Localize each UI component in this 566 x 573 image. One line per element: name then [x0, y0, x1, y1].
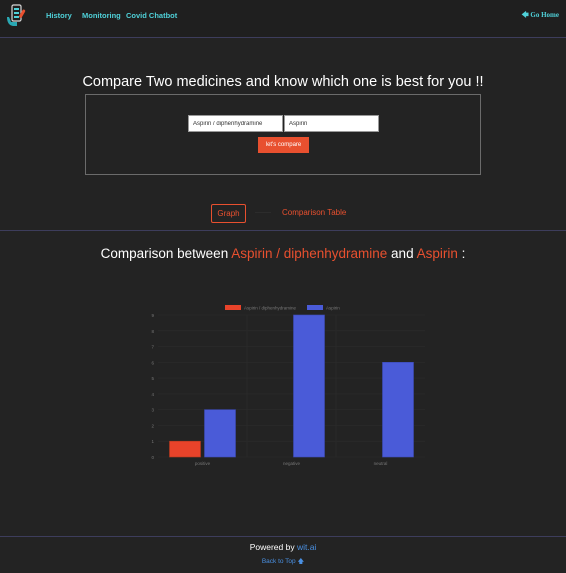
comparison-prefix: Comparison between [100, 246, 232, 261]
powered-by: Powered by wit.ai [0, 542, 566, 552]
legend-label: Aspirin [326, 306, 340, 311]
bar-series1 [169, 440, 201, 458]
y-tick-label: 1 [151, 439, 154, 444]
y-tick-label: 4 [151, 392, 154, 397]
nav-history[interactable]: History [46, 11, 72, 20]
x-tick-label: negative [283, 461, 301, 466]
navbar: History Monitoring Covid Chatbot 🡄 Go Ho… [0, 0, 566, 38]
comparison-title: Comparison between Aspirin / diphenhydra… [0, 246, 566, 262]
witai-link[interactable]: wit.ai [297, 542, 316, 552]
medicine-1-input[interactable] [188, 115, 283, 132]
legend-label: Aspirin / diphenhydramine [244, 306, 297, 311]
comparison-and: and [387, 246, 417, 261]
section-divider [0, 230, 566, 231]
comparison-med1: Aspirin / diphenhydramine [231, 246, 388, 261]
bar-series2 [204, 409, 236, 458]
y-tick-label: 3 [151, 408, 154, 413]
y-tick-label: 6 [151, 360, 154, 365]
nav-covid-chatbot[interactable]: Covid Chatbot [126, 11, 177, 20]
comparison-suffix: : [457, 246, 466, 261]
page-headline: Compare Two medicines and know which one… [82, 74, 484, 90]
medicine-2-input[interactable] [284, 115, 379, 132]
comparison-med2: Aspirin [416, 246, 458, 261]
compare-button[interactable]: let's compare [258, 137, 309, 153]
y-tick-label: 8 [151, 329, 154, 334]
y-tick-label: 0 [151, 455, 154, 460]
legend-swatch [225, 305, 241, 310]
medicine-phone-icon[interactable] [5, 4, 27, 28]
y-tick-label: 7 [151, 345, 154, 350]
x-tick-label: neutral [374, 461, 388, 466]
back-to-top-link[interactable]: Back to Top 🡅 [0, 557, 566, 568]
arrow-up-icon: 🡅 [297, 558, 305, 565]
comparison-bar-chart: 0 1 2 3 4 5 6 7 8 9 positive negative neutral Aspirin… [151, 305, 425, 466]
arrow-left-icon: 🡄 [521, 11, 529, 19]
back-to-top-label: Back to Top [261, 558, 296, 565]
powered-prefix: Powered by [249, 542, 297, 552]
compare-form: let's compare [85, 94, 481, 175]
footer-divider [0, 536, 566, 537]
y-tick-label: 9 [151, 313, 154, 318]
y-tick-label: 2 [151, 423, 154, 428]
bar-series2 [382, 362, 414, 458]
go-home-link[interactable]: 🡄 Go Home [521, 11, 559, 22]
tab-separator [255, 212, 271, 213]
nav-monitoring[interactable]: Monitoring [82, 11, 121, 20]
y-tick-label: 5 [151, 376, 154, 381]
go-home-label: Go Home [530, 11, 559, 19]
bar-series2 [293, 314, 325, 458]
x-tick-label: positive [195, 461, 211, 466]
tab-comparison-table[interactable]: Comparison Table [282, 208, 346, 217]
tab-graph[interactable]: Graph [211, 204, 246, 223]
legend-swatch [307, 305, 323, 310]
